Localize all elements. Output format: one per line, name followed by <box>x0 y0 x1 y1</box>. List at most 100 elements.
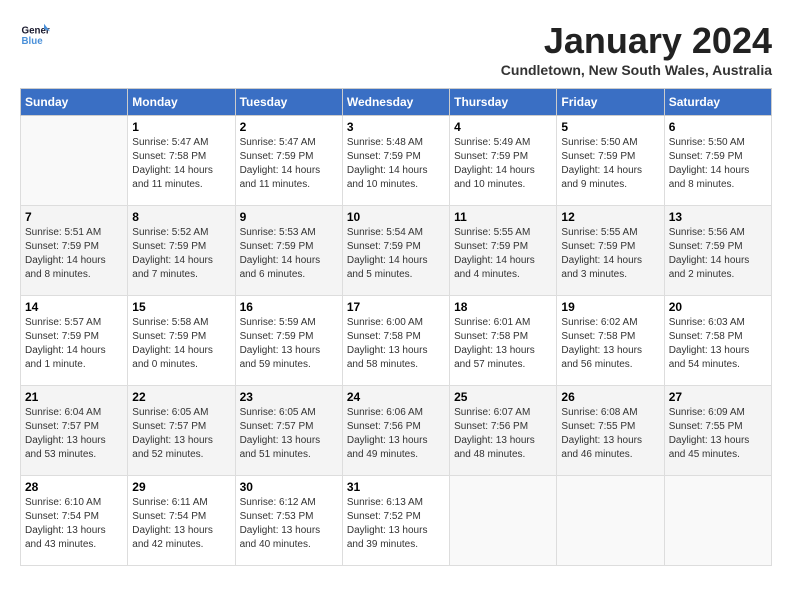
calendar-cell: 14 Sunrise: 5:57 AMSunset: 7:59 PMDayligh… <box>21 296 128 386</box>
day-number: 30 <box>240 480 338 494</box>
calendar-cell: 17 Sunrise: 6:00 AMSunset: 7:58 PMDayligh… <box>342 296 449 386</box>
day-number: 10 <box>347 210 445 224</box>
cell-info: Sunrise: 6:13 AMSunset: 7:52 PMDaylight:… <box>347 496 445 552</box>
calendar-week-4: 21 Sunrise: 6:04 AMSunset: 7:57 PMDayligh… <box>21 386 772 476</box>
cell-info: Sunrise: 5:50 AMSunset: 7:59 PMDaylight:… <box>561 136 659 192</box>
calendar-cell: 9Sunrise: 5:53 AMSunset: 7:59 PMDaylight… <box>235 206 342 296</box>
calendar-cell: 2 Sunrise: 5:47 AMSunset: 7:59 PMDaylight… <box>235 116 342 206</box>
day-number: 9 <box>240 210 338 224</box>
day-number: 3 <box>347 120 445 134</box>
day-number: 13 <box>669 210 767 224</box>
calendar-cell: 21 Sunrise: 6:04 AMSunset: 7:57 PMDayligh… <box>21 386 128 476</box>
calendar-cell: 29 Sunrise: 6:11 AMSunset: 7:54 PMDayligh… <box>128 476 235 566</box>
day-number: 17 <box>347 300 445 314</box>
day-number: 25 <box>454 390 552 404</box>
cell-info: Sunrise: 6:03 AMSunset: 7:58 PMDaylight:… <box>669 316 767 372</box>
day-number: 28 <box>25 480 123 494</box>
calendar-table: SundayMondayTuesdayWednesdayThursdayFrid… <box>20 88 772 566</box>
weekday-header-tuesday: Tuesday <box>235 89 342 116</box>
cell-info: Sunrise: 6:08 AMSunset: 7:55 PMDaylight:… <box>561 406 659 462</box>
page-header: General Blue January 2024 Cundletown, Ne… <box>20 20 772 78</box>
day-number: 8 <box>132 210 230 224</box>
cell-info: Sunrise: 6:10 AMSunset: 7:54 PMDaylight:… <box>25 496 123 552</box>
cell-info: Sunrise: 5:47 AMSunset: 7:58 PMDaylight:… <box>132 136 230 192</box>
weekday-header-thursday: Thursday <box>450 89 557 116</box>
cell-info: Sunrise: 6:00 AMSunset: 7:58 PMDaylight:… <box>347 316 445 372</box>
calendar-cell: 27Sunrise: 6:09 AMSunset: 7:55 PMDayligh… <box>664 386 771 476</box>
calendar-cell <box>557 476 664 566</box>
cell-info: Sunrise: 5:54 AMSunset: 7:59 PMDaylight:… <box>347 226 445 282</box>
weekday-header-saturday: Saturday <box>664 89 771 116</box>
cell-info: Sunrise: 6:01 AMSunset: 7:58 PMDaylight:… <box>454 316 552 372</box>
cell-info: Sunrise: 5:49 AMSunset: 7:59 PMDaylight:… <box>454 136 552 192</box>
day-number: 15 <box>132 300 230 314</box>
cell-info: Sunrise: 6:05 AMSunset: 7:57 PMDaylight:… <box>132 406 230 462</box>
weekday-header-wednesday: Wednesday <box>342 89 449 116</box>
calendar-cell: 24 Sunrise: 6:06 AMSunset: 7:56 PMDayligh… <box>342 386 449 476</box>
day-number: 21 <box>25 390 123 404</box>
calendar-cell: 19Sunrise: 6:02 AMSunset: 7:58 PMDayligh… <box>557 296 664 386</box>
calendar-cell: 18 Sunrise: 6:01 AMSunset: 7:58 PMDayligh… <box>450 296 557 386</box>
day-number: 29 <box>132 480 230 494</box>
cell-info: Sunrise: 5:48 AMSunset: 7:59 PMDaylight:… <box>347 136 445 192</box>
location-subtitle: Cundletown, New South Wales, Australia <box>501 62 772 78</box>
cell-info: Sunrise: 5:56 AMSunset: 7:59 PMDaylight:… <box>669 226 767 282</box>
cell-info: Sunrise: 5:55 AMSunset: 7:59 PMDaylight:… <box>454 226 552 282</box>
day-number: 20 <box>669 300 767 314</box>
cell-info: Sunrise: 6:02 AMSunset: 7:58 PMDaylight:… <box>561 316 659 372</box>
cell-info: Sunrise: 5:58 AMSunset: 7:59 PMDaylight:… <box>132 316 230 372</box>
calendar-week-5: 28 Sunrise: 6:10 AMSunset: 7:54 PMDayligh… <box>21 476 772 566</box>
calendar-cell: 25Sunrise: 6:07 AMSunset: 7:56 PMDayligh… <box>450 386 557 476</box>
cell-info: Sunrise: 6:12 AMSunset: 7:53 PMDaylight:… <box>240 496 338 552</box>
day-number: 24 <box>347 390 445 404</box>
calendar-cell: 7 Sunrise: 5:51 AMSunset: 7:59 PMDaylight… <box>21 206 128 296</box>
calendar-week-3: 14 Sunrise: 5:57 AMSunset: 7:59 PMDayligh… <box>21 296 772 386</box>
calendar-cell <box>450 476 557 566</box>
calendar-week-2: 7 Sunrise: 5:51 AMSunset: 7:59 PMDaylight… <box>21 206 772 296</box>
day-number: 1 <box>132 120 230 134</box>
svg-text:Blue: Blue <box>22 36 44 47</box>
cell-info: Sunrise: 6:09 AMSunset: 7:55 PMDaylight:… <box>669 406 767 462</box>
calendar-cell <box>664 476 771 566</box>
calendar-cell: 10 Sunrise: 5:54 AMSunset: 7:59 PMDayligh… <box>342 206 449 296</box>
day-number: 23 <box>240 390 338 404</box>
calendar-cell: 3 Sunrise: 5:48 AMSunset: 7:59 PMDaylight… <box>342 116 449 206</box>
calendar-week-1: 1 Sunrise: 5:47 AMSunset: 7:58 PMDaylight… <box>21 116 772 206</box>
cell-info: Sunrise: 6:06 AMSunset: 7:56 PMDaylight:… <box>347 406 445 462</box>
calendar-cell: 13 Sunrise: 5:56 AMSunset: 7:59 PMDayligh… <box>664 206 771 296</box>
cell-info: Sunrise: 5:50 AMSunset: 7:59 PMDaylight:… <box>669 136 767 192</box>
day-number: 14 <box>25 300 123 314</box>
calendar-cell: 31 Sunrise: 6:13 AMSunset: 7:52 PMDayligh… <box>342 476 449 566</box>
calendar-cell: 1 Sunrise: 5:47 AMSunset: 7:58 PMDaylight… <box>128 116 235 206</box>
cell-info: Sunrise: 6:04 AMSunset: 7:57 PMDaylight:… <box>25 406 123 462</box>
calendar-cell <box>21 116 128 206</box>
calendar-cell: 11 Sunrise: 5:55 AMSunset: 7:59 PMDayligh… <box>450 206 557 296</box>
cell-info: Sunrise: 6:11 AMSunset: 7:54 PMDaylight:… <box>132 496 230 552</box>
calendar-cell: 30 Sunrise: 6:12 AMSunset: 7:53 PMDayligh… <box>235 476 342 566</box>
cell-info: Sunrise: 5:47 AMSunset: 7:59 PMDaylight:… <box>240 136 338 192</box>
calendar-cell: 4Sunrise: 5:49 AMSunset: 7:59 PMDaylight… <box>450 116 557 206</box>
day-number: 7 <box>25 210 123 224</box>
calendar-cell: 26Sunrise: 6:08 AMSunset: 7:55 PMDayligh… <box>557 386 664 476</box>
day-number: 31 <box>347 480 445 494</box>
day-number: 6 <box>669 120 767 134</box>
day-number: 18 <box>454 300 552 314</box>
day-number: 22 <box>132 390 230 404</box>
calendar-cell: 15 Sunrise: 5:58 AMSunset: 7:59 PMDayligh… <box>128 296 235 386</box>
calendar-cell: 23 Sunrise: 6:05 AMSunset: 7:57 PMDayligh… <box>235 386 342 476</box>
cell-info: Sunrise: 5:51 AMSunset: 7:59 PMDaylight:… <box>25 226 123 282</box>
cell-info: Sunrise: 5:52 AMSunset: 7:59 PMDaylight:… <box>132 226 230 282</box>
calendar-cell: 28 Sunrise: 6:10 AMSunset: 7:54 PMDayligh… <box>21 476 128 566</box>
logo-icon: General Blue <box>20 20 50 50</box>
day-number: 2 <box>240 120 338 134</box>
cell-info: Sunrise: 5:57 AMSunset: 7:59 PMDaylight:… <box>25 316 123 372</box>
day-number: 16 <box>240 300 338 314</box>
cell-info: Sunrise: 5:55 AMSunset: 7:59 PMDaylight:… <box>561 226 659 282</box>
day-number: 11 <box>454 210 552 224</box>
weekday-header-sunday: Sunday <box>21 89 128 116</box>
calendar-cell: 16Sunrise: 5:59 AMSunset: 7:59 PMDayligh… <box>235 296 342 386</box>
day-number: 12 <box>561 210 659 224</box>
cell-info: Sunrise: 6:05 AMSunset: 7:57 PMDaylight:… <box>240 406 338 462</box>
weekday-header-friday: Friday <box>557 89 664 116</box>
calendar-cell: 20 Sunrise: 6:03 AMSunset: 7:58 PMDayligh… <box>664 296 771 386</box>
